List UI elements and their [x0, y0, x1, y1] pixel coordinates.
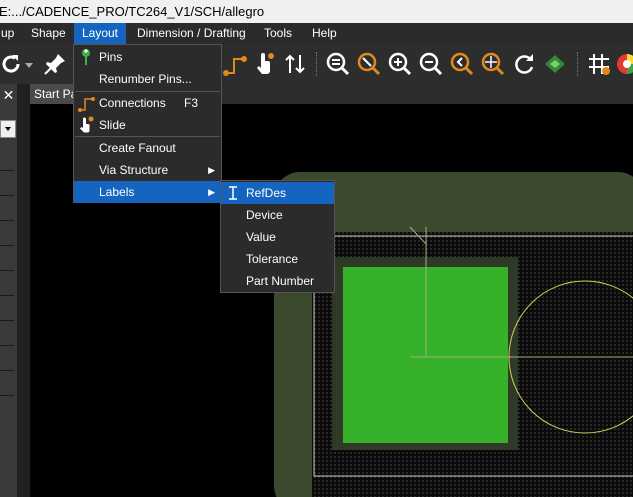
menu-item-label: Device: [246, 208, 283, 222]
menu-item-label: Renumber Pins...: [99, 72, 192, 86]
text-cursor-icon: [229, 186, 237, 200]
panel-row[interactable]: [0, 221, 14, 246]
menu-item-renumber-pins[interactable]: Renumber Pins...: [74, 68, 221, 90]
menu-item-create-fanout[interactable]: Create Fanout: [74, 137, 221, 159]
left-panel-gutter: [17, 84, 30, 497]
panel-dropdown[interactable]: [0, 120, 16, 138]
panel-row[interactable]: [0, 196, 14, 221]
menu-item-label: Slide: [99, 118, 126, 132]
menu-item-label: Connections: [99, 96, 166, 110]
menu-item-label: Tolerance: [246, 252, 299, 266]
pin-icon[interactable]: [40, 49, 70, 79]
menu-help[interactable]: Help: [312, 23, 337, 44]
menu-item-pins[interactable]: Pins: [74, 46, 221, 68]
panel-row[interactable]: [0, 171, 14, 196]
menu-item-label: Pins: [99, 50, 123, 64]
submenu-arrow-icon: ▶: [208, 165, 215, 175]
color-icon[interactable]: [612, 49, 633, 79]
panel-row[interactable]: [0, 371, 14, 396]
menu-tools[interactable]: Tools: [264, 23, 292, 44]
route-icon[interactable]: [220, 49, 250, 79]
panel-row[interactable]: [0, 346, 14, 371]
zoom-world-icon[interactable]: [447, 49, 477, 79]
slide-icon: [80, 116, 94, 133]
menu-item-label: Labels: [99, 185, 135, 199]
grid-icon[interactable]: [584, 49, 614, 79]
toolbar-separator: [316, 52, 318, 76]
menu-item-slide[interactable]: Slide: [74, 114, 221, 136]
labels-submenu: RefDes Device Value Tolerance Part Numbe…: [220, 180, 335, 293]
menu-item-via-structure[interactable]: Via Structure ▶: [74, 159, 221, 181]
title-bar: E:.../CADENCE_PRO/TC264_V1/SCH/allegro: [0, 0, 633, 23]
layout-menu: Pins Renumber Pins... Connections F3 Sli…: [73, 44, 222, 203]
3d-view-icon[interactable]: [540, 49, 570, 79]
pin-icon: [82, 49, 90, 65]
panel-row[interactable]: [0, 296, 14, 321]
menu-item-refdes[interactable]: RefDes: [221, 182, 334, 204]
connections-icon: [78, 97, 95, 112]
menu-item-device[interactable]: Device: [221, 204, 334, 226]
menu-item-label: Value: [246, 230, 276, 244]
redraw-icon[interactable]: [509, 49, 539, 79]
zoom-in-icon[interactable]: [385, 49, 415, 79]
window-title: E:.../CADENCE_PRO/TC264_V1/SCH/allegro: [0, 4, 265, 19]
zoom-out-icon[interactable]: [416, 49, 446, 79]
zoom-fit-icon[interactable]: [354, 49, 384, 79]
dropdown-icon[interactable]: [22, 49, 36, 79]
menu-item-connections[interactable]: Connections F3: [74, 92, 221, 114]
menu-item-labels[interactable]: Labels ▶: [74, 181, 221, 203]
chevron-down-icon: [5, 127, 11, 131]
menu-dimension-drafting[interactable]: Dimension / Drafting: [137, 23, 246, 44]
menu-bar: up Shape Layout Dimension / Drafting Too…: [0, 23, 633, 44]
menu-item-label: Part Number: [246, 274, 315, 288]
menu-layout[interactable]: Layout: [74, 23, 126, 44]
menu-item-value[interactable]: Value: [221, 226, 334, 248]
zoom-points-icon[interactable]: [323, 49, 353, 79]
panel-row[interactable]: [0, 246, 14, 271]
menu-item-part-number[interactable]: Part Number: [221, 270, 334, 292]
slide-icon[interactable]: [250, 49, 280, 79]
menu-item-label: Create Fanout: [99, 141, 176, 155]
swap-icon[interactable]: [280, 49, 310, 79]
panel-row[interactable]: [0, 271, 14, 296]
menu-item-shortcut: F3: [184, 96, 199, 110]
submenu-arrow-icon: ▶: [208, 187, 215, 197]
toolbar-separator: [577, 52, 579, 76]
zoom-center-icon[interactable]: [478, 49, 508, 79]
menu-setup[interactable]: up: [0, 23, 29, 44]
menu-item-label: RefDes: [246, 186, 287, 200]
panel-row[interactable]: [0, 146, 14, 171]
menu-item-label: Via Structure: [99, 163, 169, 177]
panel-row[interactable]: [0, 321, 14, 346]
panel-close-icon[interactable]: ✕: [0, 86, 17, 104]
menu-shape[interactable]: Shape: [31, 23, 66, 44]
menu-item-tolerance[interactable]: Tolerance: [221, 248, 334, 270]
